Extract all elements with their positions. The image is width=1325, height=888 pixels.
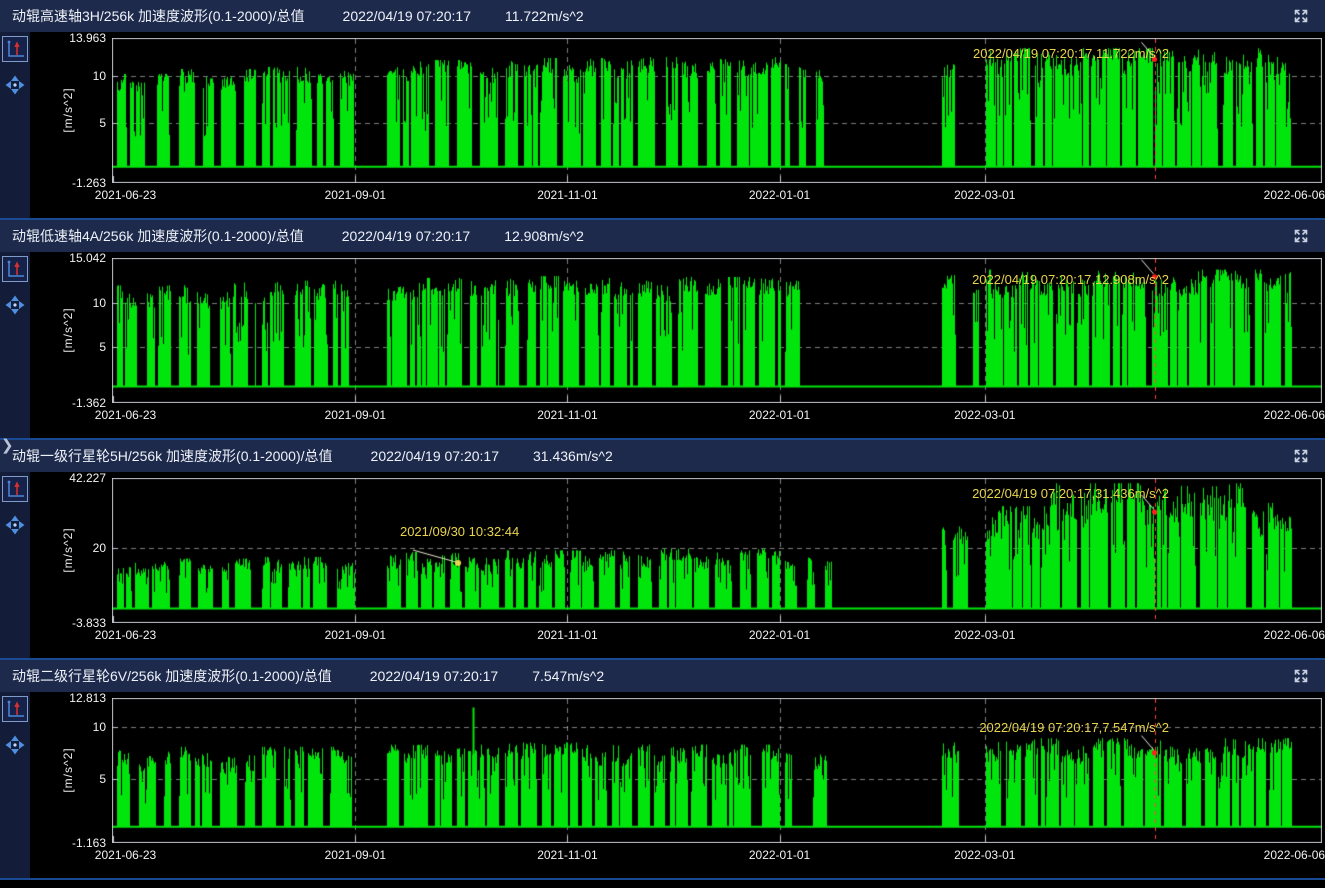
- x-tick-label: 2022-06-06: [1264, 628, 1325, 642]
- x-tick-label: 2021-11-01: [537, 628, 598, 642]
- expand-arrows-icon: [1292, 667, 1310, 685]
- cursor-annotation: 2022/04/19 07:20:17,11.722m/s^2: [973, 46, 1169, 61]
- y-tick-label: 5: [6, 340, 106, 354]
- panel-header: 动辊低速轴4A/256k 加速度波形(0.1-2000)/总值 2022/04/…: [0, 220, 1325, 252]
- x-tick-label: 2022-01-01: [749, 628, 810, 642]
- y-tick-label: 10: [6, 720, 106, 734]
- x-tick-label: 2021-06-23: [95, 188, 156, 202]
- panel-body: [m/s^2] 15.042 10 5 -1.362 2021-06-23 20…: [0, 252, 1325, 438]
- cursor-annotation: 2022/04/19 07:20:17,7.547m/s^2: [979, 720, 1169, 735]
- y-tick-label: 10: [6, 69, 106, 83]
- y-tick-label: -1.362: [6, 396, 106, 410]
- pan-button[interactable]: [4, 514, 26, 536]
- x-tick-label: 2022-03-01: [954, 628, 1015, 642]
- trend-panel: 动辊低速轴4A/256k 加速度波形(0.1-2000)/总值 2022/04/…: [0, 220, 1325, 440]
- expand-arrows-icon: [1292, 447, 1310, 465]
- cursor-annotation: 2022/04/19 07:20:17,31.436m/s^2: [972, 486, 1169, 501]
- expand-arrows-icon: [1292, 227, 1310, 245]
- x-tick-label: 2022-01-01: [749, 848, 810, 862]
- x-tick-label: 2021-06-23: [95, 408, 156, 422]
- panel-timestamp: 2022/04/19 07:20:17: [342, 228, 470, 244]
- expand-button[interactable]: [1289, 444, 1313, 468]
- panel-body: [m/s^2] 42.227 20 -3.833 2021-06-23 2021…: [0, 472, 1325, 658]
- y-tick-label: 15.042: [6, 251, 106, 265]
- y-tick-label: 10: [6, 296, 106, 310]
- x-tick-label: 2021-09-01: [325, 408, 386, 422]
- panel-timestamp: 2022/04/19 07:20:17: [371, 448, 499, 464]
- panel-body: [m/s^2] 12.813 10 5 -1.163 2021-06-23 20…: [0, 692, 1325, 878]
- trend-panel: 动辊高速轴3H/256k 加速度波形(0.1-2000)/总值 2022/04/…: [0, 0, 1325, 220]
- panel-timestamp: 2022/04/19 07:20:17: [343, 8, 471, 24]
- panel-timestamp: 2022/04/19 07:20:17: [370, 668, 498, 684]
- expand-arrows-icon: [1292, 7, 1310, 25]
- pan-arrows-icon: [5, 735, 25, 755]
- x-tick-label: 2021-06-23: [95, 628, 156, 642]
- y-tick-label: 42.227: [6, 471, 106, 485]
- panel-title: 动辊低速轴4A/256k 加速度波形(0.1-2000)/总值: [12, 226, 304, 246]
- panel-overall-value: 31.436m/s^2: [533, 448, 613, 464]
- expand-button[interactable]: [1289, 4, 1313, 28]
- panel-body: [m/s^2] 13.963 10 5 -1.263 2021-06-23 20…: [0, 32, 1325, 218]
- x-tick-label: 2022-03-01: [954, 188, 1015, 202]
- x-tick-label: 2022-03-01: [954, 848, 1015, 862]
- x-tick-label: 2021-11-01: [537, 408, 598, 422]
- x-tick-label: 2022-06-06: [1264, 848, 1325, 862]
- y-tick-label: -1.163: [6, 836, 106, 850]
- x-tick-label: 2021-09-01: [325, 848, 386, 862]
- x-tick-label: 2022-06-06: [1264, 188, 1325, 202]
- y-tick-label: -3.833: [6, 616, 106, 630]
- trend-panel: 动辊一级行星轮5H/256k 加速度波形(0.1-2000)/总值 2022/0…: [0, 440, 1325, 660]
- sidebar-expand-chevron-icon[interactable]: ❯: [1, 438, 14, 454]
- x-tick-label: 2021-09-01: [325, 188, 386, 202]
- x-tick-label: 2022-06-06: [1264, 408, 1325, 422]
- panel-overall-value: 12.908m/s^2: [504, 228, 584, 244]
- x-tick-label: 2021-11-01: [537, 188, 598, 202]
- marked-point-annotation: 2021/09/30 10:32:44: [400, 524, 519, 539]
- panel-overall-value: 7.547m/s^2: [532, 668, 604, 684]
- panel-overall-value: 11.722m/s^2: [505, 8, 584, 24]
- panel-header: 动辊一级行星轮5H/256k 加速度波形(0.1-2000)/总值 2022/0…: [0, 440, 1325, 472]
- x-tick-label: 2022-01-01: [749, 408, 810, 422]
- pan-arrows-icon: [5, 515, 25, 535]
- x-tick-label: 2022-03-01: [954, 408, 1015, 422]
- y-tick-label: -1.263: [6, 176, 106, 190]
- trend-panel: 动辊二级行星轮6V/256k 加速度波形(0.1-2000)/总值 2022/0…: [0, 660, 1325, 880]
- y-tick-label: 20: [6, 541, 106, 555]
- panel-header: 动辊二级行星轮6V/256k 加速度波形(0.1-2000)/总值 2022/0…: [0, 660, 1325, 692]
- y-tick-label: 13.963: [6, 31, 106, 45]
- expand-button[interactable]: [1289, 664, 1313, 688]
- pan-button[interactable]: [4, 734, 26, 756]
- panel-header: 动辊高速轴3H/256k 加速度波形(0.1-2000)/总值 2022/04/…: [0, 0, 1325, 32]
- panel-title: 动辊二级行星轮6V/256k 加速度波形(0.1-2000)/总值: [12, 666, 332, 686]
- cursor-annotation: 2022/04/19 07:20:17,12.908m/s^2: [972, 272, 1169, 287]
- y-tick-label: 12.813: [6, 691, 106, 705]
- y-tick-label: 5: [6, 772, 106, 786]
- y-tick-label: 5: [6, 116, 106, 130]
- expand-button[interactable]: [1289, 224, 1313, 248]
- panel-toolbar: [0, 472, 30, 658]
- x-tick-label: 2021-06-23: [95, 848, 156, 862]
- panel-title: 动辊高速轴3H/256k 加速度波形(0.1-2000)/总值: [12, 6, 305, 26]
- x-tick-label: 2021-09-01: [325, 628, 386, 642]
- x-tick-label: 2021-11-01: [537, 848, 598, 862]
- x-tick-label: 2022-01-01: [749, 188, 810, 202]
- panel-title: 动辊一级行星轮5H/256k 加速度波形(0.1-2000)/总值: [12, 446, 333, 466]
